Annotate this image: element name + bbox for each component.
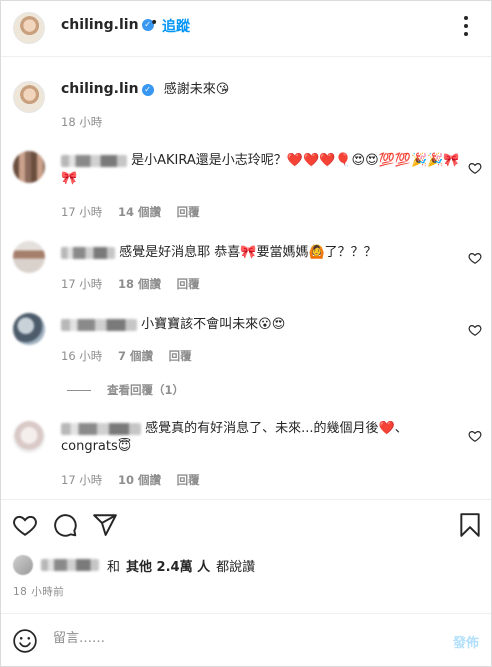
share-icon[interactable] [92,512,118,538]
replies-divider [67,389,91,391]
post-timestamp[interactable]: 18 小時前 [13,584,64,599]
reply-button[interactable]: 回覆 [169,349,192,363]
liker-username[interactable] [41,559,99,571]
comment: 感覺真的有好消息了、未來...的幾個月後❤️、congrats😇 [61,420,461,456]
likes-prefix: 和 [107,559,121,575]
commenter-avatar[interactable] [13,241,45,273]
comment-icon[interactable] [52,512,78,538]
caption-text: 感謝未來😘 [163,82,230,97]
verified-icon: ✓ [141,83,154,96]
comment-meta: 16 小時 7 個讚 回覆 [61,348,204,364]
comment-likes[interactable]: 10 個讚 [118,473,161,487]
likes-count-link[interactable]: 其他 2.4萬 人 [126,556,210,575]
post-panel: chiling.lin ✓ • 追蹤 chiling.lin ✓ 感謝未來😘 18 … [0,0,492,667]
comment: 小寶寶該不會叫未來😮😍 [61,316,461,334]
heart-icon[interactable] [468,429,482,443]
comment-time[interactable]: 17 小時 [61,277,102,291]
comment-text: 小寶寶該不會叫未來😮😍 [141,317,286,332]
commenter-avatar[interactable] [13,151,45,183]
comment-time[interactable]: 17 小時 [61,473,102,487]
view-replies-label: 查看回覆（1） [107,383,185,397]
actions-divider [1,499,491,500]
liker-avatar[interactable] [13,555,33,575]
commenter-username[interactable] [61,318,137,331]
more-icon[interactable] [456,11,476,41]
caption-meta: 18 小時 [61,114,114,130]
likes-suffix: 都說讚 [216,559,256,575]
caption: chiling.lin ✓ 感謝未來😘 [61,80,461,99]
caption-username[interactable]: chiling.lin [61,81,139,97]
follow-button[interactable]: 追蹤 [162,16,190,36]
author-username-row[interactable]: chiling.lin ✓ [61,17,154,33]
commenter-avatar[interactable] [13,313,45,345]
view-replies-button[interactable]: 查看回覆（1） [67,382,184,398]
commenter-username[interactable] [61,422,141,435]
comment-box: 發佈 [1,613,491,667]
comment-likes[interactable]: 7 個讚 [118,349,153,363]
author-username[interactable]: chiling.lin [61,17,139,33]
author-avatar[interactable] [13,12,45,44]
likes-summary: 和 其他 2.4萬 人 都說讚 [13,555,255,575]
heart-icon[interactable] [12,512,38,538]
heart-icon[interactable] [468,323,482,337]
comment-input[interactable] [53,631,433,646]
commenter-username[interactable] [61,154,127,167]
comment-time[interactable]: 17 小時 [61,205,102,219]
post-comment-button[interactable]: 發佈 [453,632,479,651]
caption-avatar[interactable] [13,81,45,113]
comment: 是小AKIRA還是小志玲呢？❤️❤️❤️🎈😍😍💯💯🎉🎉🎀🎀 [61,152,461,188]
header-separator: • [150,15,159,31]
comment-text: 感覺是好消息耶 恭喜🎀要當媽媽🙆了？？？ [119,245,377,260]
comment-meta: 17 小時 10 個讚 回覆 [61,472,212,488]
heart-icon[interactable] [468,161,482,175]
comment: 感覺是好消息耶 恭喜🎀要當媽媽🙆了？？？ [61,244,461,262]
caption-time[interactable]: 18 小時 [61,115,102,129]
post-header: chiling.lin ✓ • 追蹤 [1,1,491,57]
comment-meta: 17 小時 14 個讚 回覆 [61,204,212,220]
smile-icon[interactable] [12,628,38,654]
reply-button[interactable]: 回覆 [177,277,200,291]
comment-likes[interactable]: 14 個讚 [118,205,161,219]
bookmark-icon[interactable] [457,512,483,538]
commenter-avatar[interactable] [13,421,45,453]
comment-meta: 17 小時 18 個讚 回覆 [61,276,212,292]
comment-time[interactable]: 16 小時 [61,349,102,363]
heart-icon[interactable] [468,251,482,265]
commenter-username[interactable] [61,246,115,259]
reply-button[interactable]: 回覆 [177,205,200,219]
reply-button[interactable]: 回覆 [177,473,200,487]
comment-likes[interactable]: 18 個讚 [118,277,161,291]
